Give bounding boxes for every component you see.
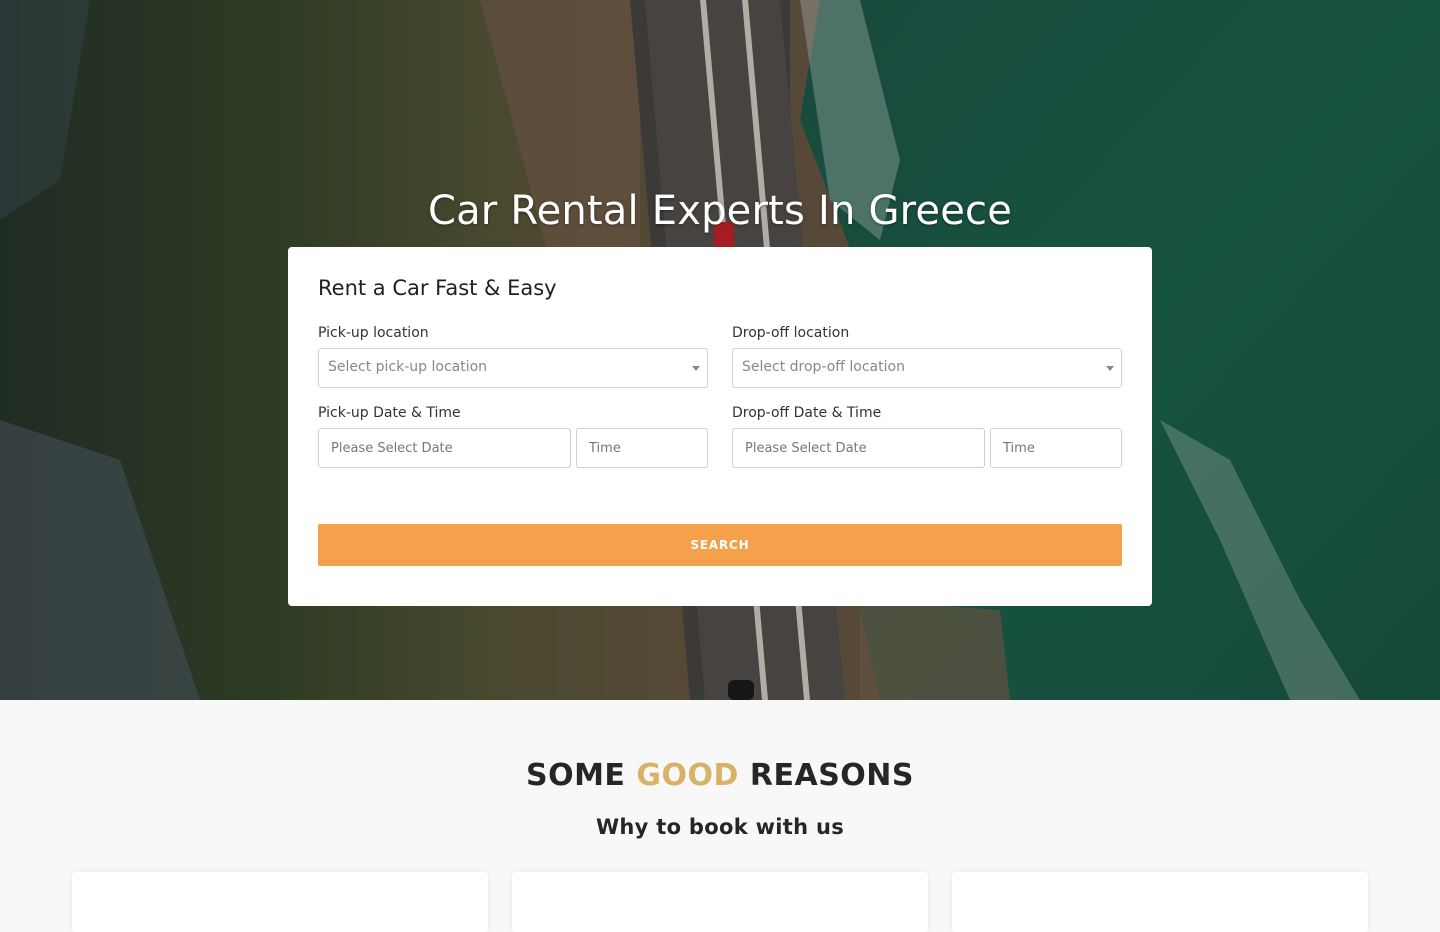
pickup-location-select[interactable]: Select pick-up location <box>318 348 708 388</box>
hero-section: Car Rental Experts In Greece Rent a Car … <box>0 0 1440 700</box>
reasons-subtitle: Why to book with us <box>595 815 845 839</box>
reason-card <box>952 872 1368 932</box>
pickup-date-input[interactable] <box>318 428 571 468</box>
pickup-time-input[interactable] <box>576 428 708 468</box>
dropoff-location-placeholder: Select drop-off location <box>742 359 905 375</box>
dropoff-location-label: Drop-off location <box>732 325 850 341</box>
pickup-location-placeholder: Select pick-up location <box>328 359 488 375</box>
reasons-title-accent: GOOD <box>636 758 739 793</box>
booking-card-title: Rent a Car Fast & Easy <box>318 276 557 300</box>
booking-card: Rent a Car Fast & Easy Pick-up location … <box>288 247 1152 606</box>
reason-card <box>72 872 488 932</box>
dropoff-date-input[interactable] <box>732 428 985 468</box>
reasons-section: SOME GOOD REASONS Why to book with us <box>0 700 1440 932</box>
search-button[interactable]: SEARCH <box>318 524 1122 566</box>
pickup-location-label: Pick-up location <box>318 325 429 341</box>
chevron-down-icon <box>1106 366 1114 371</box>
chevron-down-icon <box>692 366 700 371</box>
dropoff-location-select[interactable]: Select drop-off location <box>732 348 1122 388</box>
reasons-title-part1: SOME <box>525 758 626 793</box>
reasons-title-part2: REASONS <box>749 758 915 793</box>
dropoff-time-input[interactable] <box>990 428 1122 468</box>
pickup-datetime-label: Pick-up Date & Time <box>318 405 461 421</box>
hero-title: Car Rental Experts In Greece <box>427 188 1013 234</box>
reason-card <box>512 872 928 932</box>
reasons-title: SOME GOOD REASONS <box>0 758 1440 793</box>
dropoff-datetime-label: Drop-off Date & Time <box>732 405 882 421</box>
